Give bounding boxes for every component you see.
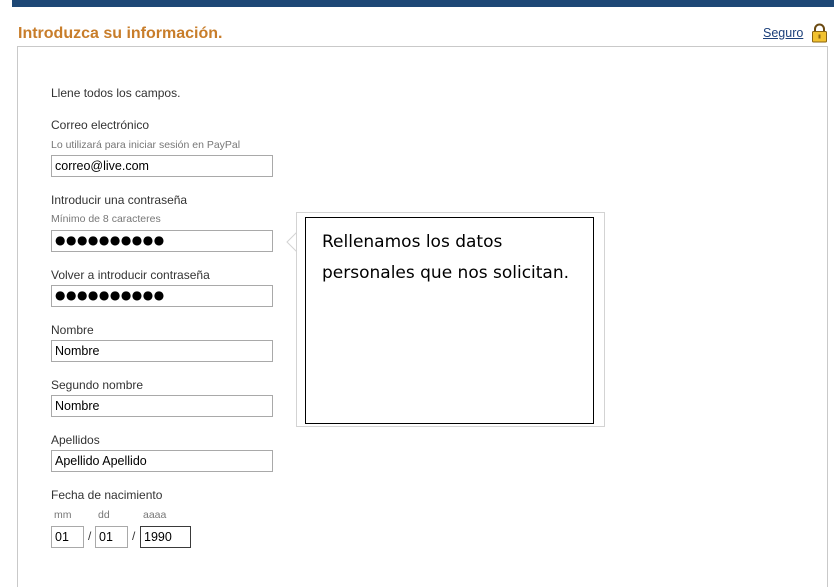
birth-day-field[interactable] (95, 526, 128, 548)
top-bar (12, 0, 834, 7)
page-title: Introduzca su información. (18, 25, 223, 42)
first-name-field[interactable] (51, 340, 273, 362)
password-confirm-field[interactable]: ●●●●●●●●●● (51, 285, 273, 307)
password-confirm-label: Volver a introducir contraseña (51, 268, 210, 282)
date-separator: / (132, 529, 136, 543)
date-separator: / (88, 529, 92, 543)
birthdate-year-hint: aaaa (143, 509, 167, 521)
email-label: Correo electrónico (51, 118, 150, 132)
birthdate-label: Fecha de nacimiento (51, 488, 163, 502)
email-hint: Lo utilizará para iniciar sesión en PayP… (51, 139, 241, 151)
last-name-field[interactable] (51, 450, 273, 472)
email-field[interactable] (51, 155, 273, 177)
middle-name-label: Segundo nombre (51, 378, 144, 392)
birth-year-field[interactable] (140, 526, 191, 548)
birth-month-field[interactable] (51, 526, 84, 548)
padlock-icon (812, 23, 827, 43)
form-intro: Llene todos los campos. (51, 86, 181, 100)
password-hint: Mínimo de 8 caracteres (51, 213, 161, 225)
password-field[interactable]: ●●●●●●●●●● (51, 230, 273, 252)
birthdate-month-hint: mm (54, 509, 72, 521)
first-name-label: Nombre (51, 323, 94, 337)
birthdate-day-hint: dd (98, 509, 110, 521)
last-name-label: Apellidos (51, 433, 100, 447)
callout-text: Rellenamos los datos personales que nos … (322, 232, 570, 283)
password-label: Introducir una contraseña (51, 193, 188, 207)
middle-name-field[interactable] (51, 395, 273, 417)
secure-link[interactable]: Seguro (763, 26, 803, 40)
callout-frame: Rellenamos los datos personales que nos … (305, 217, 594, 424)
